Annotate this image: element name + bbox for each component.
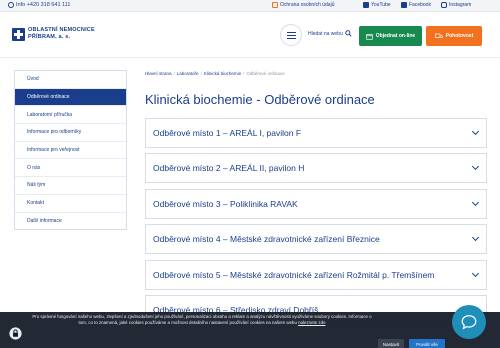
breadcrumb-separator: / (243, 71, 245, 76)
emergency-label: Pohotovost (445, 33, 474, 39)
search-label: Hledat na webu (308, 30, 343, 37)
breadcrumb-separator: / (200, 71, 202, 76)
sidebar-item-label: Informace pro odborníky (27, 129, 82, 136)
accordion-label: Odběrové místo 2 – AREÁL II, pavilon H (153, 163, 305, 174)
breadcrumb-link[interactable]: Klinická biochemie (204, 71, 241, 76)
phone-info[interactable]: Info +420 318 641 111 (8, 2, 70, 8)
cookie-text: Pro správné fungování našeho webu, zlepš… (32, 314, 372, 326)
instagram-icon (441, 2, 447, 8)
accordion-item[interactable]: Odběrové místo 5 – Městské zdravotnické … (145, 259, 487, 290)
privacy-icon (272, 2, 278, 8)
sidebar-item-informace-odbornici[interactable]: Informace pro odborníky (15, 124, 126, 142)
chevron-down-icon (471, 163, 480, 171)
ambulance-icon (434, 33, 443, 38)
hamburger-icon-line (286, 37, 296, 39)
accordion-item[interactable]: Odběrové místo 3 – Poliklinika RAVAK (145, 188, 487, 219)
sidebar-item-dalsi-informace[interactable]: Další informace (15, 213, 126, 231)
sidebar-item-label: Úvod (27, 76, 39, 83)
breadcrumb-link[interactable]: Hlavní strana (145, 71, 172, 76)
hamburger-icon-line (286, 34, 296, 36)
sidebar-item-label: Kontakt (27, 200, 44, 207)
menu-button[interactable] (280, 24, 302, 46)
cookie-allow-all-button[interactable]: Povolit vše (409, 339, 445, 348)
logo-text: OBLASTNÍ NEMOCNICE PŘÍBRAM, a. s. (28, 27, 95, 41)
accordion-item[interactable]: Odběrové místo 2 – AREÁL II, pavilon H (145, 153, 487, 184)
privacy-link[interactable]: Ochrana osobních údajů (272, 2, 334, 8)
chevron-down-icon (471, 127, 480, 136)
chevron-down-icon (471, 269, 480, 277)
page-title: Klinická biochemie - Odběrové ordinace (145, 92, 375, 107)
privacy-link-label: Ochrana osobních údajů (280, 2, 335, 8)
accordion-item[interactable]: Odběrové místo 4 – Městské zdravotnické … (145, 224, 487, 255)
chevron-down-icon (471, 234, 480, 242)
accordion-label: Odběrové místo 3 – Poliklinika RAVAK (153, 198, 298, 209)
site-header: OBLASTNÍ NEMOCNICE PŘÍBRAM, a. s. Hledat… (0, 12, 500, 58)
facebook-link[interactable]: Facebook (401, 2, 431, 8)
accordion-list: Odběrové místo 1 – AREÁL I, pavilon F Od… (145, 118, 487, 330)
youtube-icon (363, 2, 369, 8)
calendar-icon (366, 33, 373, 40)
accordion-label: Odběrové místo 5 – Městské zdravotnické … (153, 269, 435, 280)
info-icon (8, 2, 14, 8)
sidebar-item-label: Laboratorní příručka (27, 111, 73, 118)
order-online-label: Objednat on-line (375, 33, 416, 39)
sidebar-item-label: Informace pro veřejnost (27, 147, 80, 154)
facebook-label: Facebook (409, 2, 431, 8)
hospital-logo[interactable]: OBLASTNÍ NEMOCNICE PŘÍBRAM, a. s. (12, 27, 95, 41)
breadcrumb: Hlavní strana / Laboratoře / Klinická bi… (145, 71, 285, 76)
instagram-label: Instagram (449, 2, 472, 8)
sidebar-item-kontakt[interactable]: Kontakt (15, 195, 126, 213)
sidebar-item-label: Další informace (27, 218, 62, 225)
cookie-details-link[interactable]: naleznete zde (298, 320, 325, 325)
logo-line1: OBLASTNÍ NEMOCNICE (28, 27, 95, 33)
youtube-label: YouTube (371, 2, 391, 8)
cookie-banner: Pro správné fungování našeho webu, zlepš… (0, 312, 500, 348)
facebook-icon (401, 2, 407, 8)
breadcrumb-link[interactable]: Laboratoře (177, 71, 199, 76)
breadcrumb-separator: / (173, 71, 175, 76)
breadcrumb-current: Odběrové ordinace (246, 71, 285, 76)
chat-button[interactable] (452, 305, 486, 339)
chat-bubble-icon (461, 315, 477, 330)
sidebar-item-label: Náš tým (27, 182, 46, 189)
sidebar-item-uvod[interactable]: Úvod (15, 71, 126, 89)
sidebar-item-informace-verejnost[interactable]: Informace pro veřejnost (15, 142, 126, 160)
sidebar-item-label: Odběrové ordinace (27, 94, 70, 101)
accordion-item[interactable]: Odběrové místo 1 – AREÁL I, pavilon F (145, 118, 487, 148)
cookie-settings-label: Nastavit (382, 342, 400, 347)
youtube-link[interactable]: YouTube (363, 2, 391, 8)
search-button[interactable]: Hledat na webu (308, 30, 352, 37)
sidebar-item-label: O nás (27, 164, 41, 171)
chevron-down-icon (471, 198, 480, 206)
cookie-settings-button[interactable]: Nastavit (378, 339, 404, 348)
cross-logo-icon (12, 27, 25, 41)
top-bar: Info +420 318 641 111 Ochrana osobních ú… (0, 0, 500, 12)
sidebar-nav: Úvod Odběrové ordinace Laboratorní příru… (14, 70, 127, 230)
hamburger-icon-line (286, 31, 296, 33)
order-online-button[interactable]: Objednat on-line (359, 26, 422, 46)
search-icon (344, 30, 352, 37)
accordion-label: Odběrové místo 4 – Městské zdravotnické … (153, 234, 380, 245)
accordion-label: Odběrové místo 1 – AREÁL I, pavilon F (153, 128, 302, 138)
phone-info-text: Info +420 318 641 111 (16, 2, 71, 8)
instagram-link[interactable]: Instagram (441, 2, 471, 8)
sidebar-item-odberove-ordinace[interactable]: Odběrové ordinace (15, 88, 126, 107)
sidebar-item-o-nas[interactable]: O nás (15, 159, 126, 178)
logo-line2: PŘÍBRAM, a. s. (28, 34, 71, 40)
cookie-lock-icon[interactable] (9, 327, 22, 340)
emergency-button[interactable]: Pohotovost (426, 26, 482, 46)
sidebar-item-laboratorni-prirucka[interactable]: Laboratorní příručka (15, 106, 126, 125)
cookie-allow-label: Povolit vše (416, 342, 438, 347)
sidebar-item-nas-tym[interactable]: Náš tým (15, 177, 126, 195)
